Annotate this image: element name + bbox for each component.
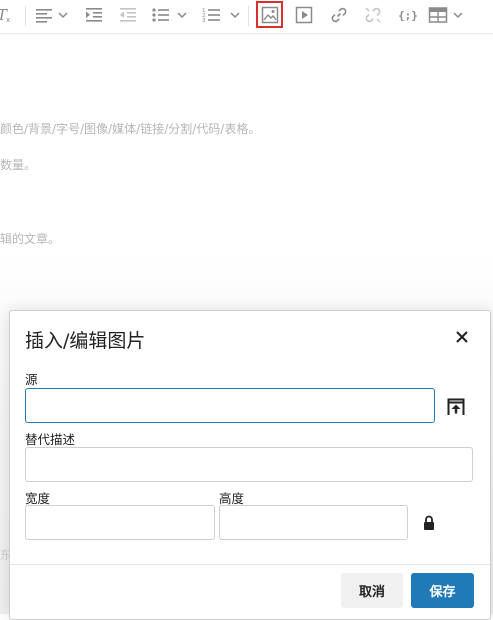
link-icon [331, 7, 347, 23]
close-icon [456, 331, 468, 343]
bullet-list-button[interactable] [151, 2, 191, 28]
indent-button[interactable] [83, 2, 105, 28]
toolbar-separator [25, 6, 26, 26]
svg-text:3: 3 [202, 18, 206, 24]
align-button[interactable] [35, 2, 71, 28]
source-label: 源 [25, 372, 38, 387]
alt-text-label: 替代描述 [25, 432, 76, 447]
indent-icon [86, 8, 102, 22]
numbered-list-icon: 1 2 3 [202, 8, 240, 24]
unlink-icon [365, 7, 381, 23]
unlink-button[interactable] [361, 2, 385, 28]
lock-icon [424, 515, 434, 530]
source-input[interactable] [25, 388, 435, 423]
save-button[interactable]: 保存 [411, 573, 474, 608]
alt-text-input[interactable] [25, 447, 473, 482]
align-left-icon [36, 9, 68, 23]
insert-image-button[interactable] [256, 1, 283, 28]
editor-text-line: 辑的文章。 [0, 232, 61, 246]
upload-button[interactable] [445, 396, 467, 418]
insert-media-button[interactable] [292, 2, 316, 28]
close-button[interactable] [452, 327, 472, 347]
bullet-list-icon [152, 8, 187, 22]
numbered-list-button[interactable]: 1 2 3 [202, 2, 244, 28]
clear-format-icon: T x [0, 6, 10, 24]
image-dialog: 插入/编辑图片 源 替代描述 宽度 高度 取消 保存 [9, 310, 491, 620]
dialog-footer-divider [10, 564, 490, 565]
code-sample-button[interactable]: {;} [395, 2, 421, 28]
editor-text-line: 颜色/背景/字号/图像/媒体/链接/分割/代码/表格。 [0, 122, 261, 136]
constrain-proportions-button[interactable] [420, 513, 438, 533]
editor-toolbar: T x [0, 0, 493, 34]
cancel-button[interactable]: 取消 [341, 573, 403, 608]
insert-link-button[interactable] [327, 2, 351, 28]
code-braces-icon: {;} [398, 8, 418, 22]
editor-text-line: 数量。 [0, 158, 37, 172]
image-icon [261, 6, 278, 23]
table-icon [428, 7, 463, 23]
play-icon [295, 6, 313, 24]
upload-icon [447, 398, 465, 415]
toolbar-separator [248, 6, 249, 26]
svg-text:x: x [6, 16, 10, 24]
height-input[interactable] [219, 505, 408, 540]
table-button[interactable] [428, 2, 468, 28]
outdent-icon [120, 8, 136, 22]
clear-format-button[interactable]: T x [0, 2, 14, 28]
outdent-button[interactable] [117, 2, 139, 28]
width-input[interactable] [25, 505, 215, 540]
dialog-title: 插入/编辑图片 [25, 330, 146, 352]
